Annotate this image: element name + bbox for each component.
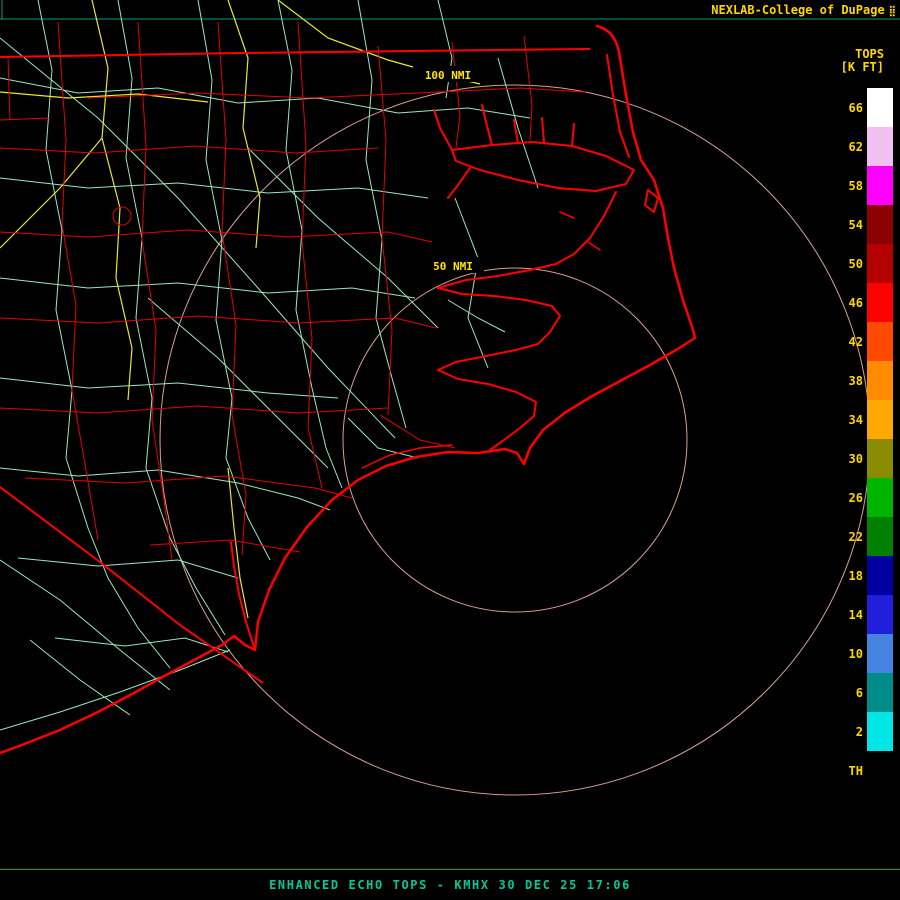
legend-entry-label: 50 [837,257,863,271]
legend-entry: 2 [837,712,893,751]
legend-entry-label: 18 [837,569,863,583]
legend-entry-swatch [867,673,893,712]
legend-entry-swatch [867,205,893,244]
road-network-minor [0,0,538,730]
legend-entry-swatch [867,556,893,595]
ring-label-50nmi: 50 NMI [422,257,484,273]
status-text: ENHANCED ECHO TOPS - KMHX 30 DEC 25 17:0… [269,878,631,892]
legend-entry: 50 [837,244,893,283]
border-nc-sc [0,487,263,683]
ring-label-100nmi: 100 NMI [413,66,483,82]
legend-entry-label: 30 [837,452,863,466]
legend-entry-label: 46 [837,296,863,310]
legend-entry-label: 54 [837,218,863,232]
legend-entry-swatch [867,595,893,634]
radar-map: 100 NMI 50 NMI [0,0,900,870]
legend-entry-swatch [867,439,893,478]
coast-bogue-inner [362,445,452,468]
legend-entry-label: 42 [837,335,863,349]
legend-title-line2: [K FT] [841,61,884,74]
legend-entry-label: 58 [837,179,863,193]
site-header: NEXLAB-College of DuPage ⣿ [711,3,896,17]
range-rings [160,85,870,795]
legend-entry-swatch [867,400,893,439]
legend-entry: 30 [837,439,893,478]
legend-entry: 38 [837,361,893,400]
range-ring-100nmi [160,85,870,795]
coast-currituck-inner [607,55,629,157]
legend-entry-swatch [867,244,893,283]
road-network-major [0,0,480,618]
color-scale-legend: 66625854504642383430262218141062TH [837,88,893,790]
legend-entry: 46 [837,283,893,322]
legend-entry-swatch [867,166,893,205]
legend-entry-label: 34 [837,413,863,427]
legend-entry: 66 [837,88,893,127]
legend-entry-label: 66 [837,101,863,115]
range-ring-50nmi [343,268,687,612]
legend-entry: 42 [837,322,893,361]
legend-entry-swatch [867,751,893,790]
ring-label-50nmi-text: 50 NMI [433,260,473,273]
legend-entry: TH [837,751,893,790]
legend-entry-swatch [867,127,893,166]
legend-entry: 14 [837,595,893,634]
legend-entry: 26 [837,478,893,517]
legend-entry-label: 14 [837,608,863,622]
legend-entry-label: 2 [837,725,863,739]
legend-entry-swatch [867,322,893,361]
header-title: NEXLAB-College of DuPage [711,3,884,17]
ring-label-100nmi-text: 100 NMI [425,69,471,82]
legend-title: TOPS [K FT] [841,48,884,74]
legend-entry-label: 22 [837,530,863,544]
legend-entry-label: TH [837,764,863,778]
legend-entry: 54 [837,205,893,244]
island-roanoke [645,190,658,212]
legend-entry-swatch [867,283,893,322]
legend-entry: 18 [837,556,893,595]
coast-pamlico-mainland [438,192,616,450]
legend-entry: 62 [837,127,893,166]
legend-entry: 58 [837,166,893,205]
legend-entry: 22 [837,517,893,556]
county-boundaries [0,22,585,560]
legend-entry-label: 38 [837,374,863,388]
legend-entry-label: 6 [837,686,863,700]
legend-entry: 34 [837,400,893,439]
border-va-nc [0,49,590,57]
legend-entry-swatch [867,517,893,556]
cod-logo-icon: ⣿ [889,7,896,17]
status-bar: ENHANCED ECHO TOPS - KMHX 30 DEC 25 17:0… [0,869,900,900]
legend-entry-swatch [867,712,893,751]
legend-entry: 10 [837,634,893,673]
coast-albemarle-sound [452,142,634,191]
legend-entry-label: 10 [837,647,863,661]
radar-display: 100 NMI 50 NMI NEXLAB-College of DuPage ⣿… [0,0,900,900]
legend-entry: 6 [837,673,893,712]
legend-entry-swatch [867,88,893,127]
legend-entry-label: 26 [837,491,863,505]
legend-entry-label: 62 [837,140,863,154]
legend-entry-swatch [867,361,893,400]
legend-entry-swatch [867,478,893,517]
legend-entry-swatch [867,634,893,673]
